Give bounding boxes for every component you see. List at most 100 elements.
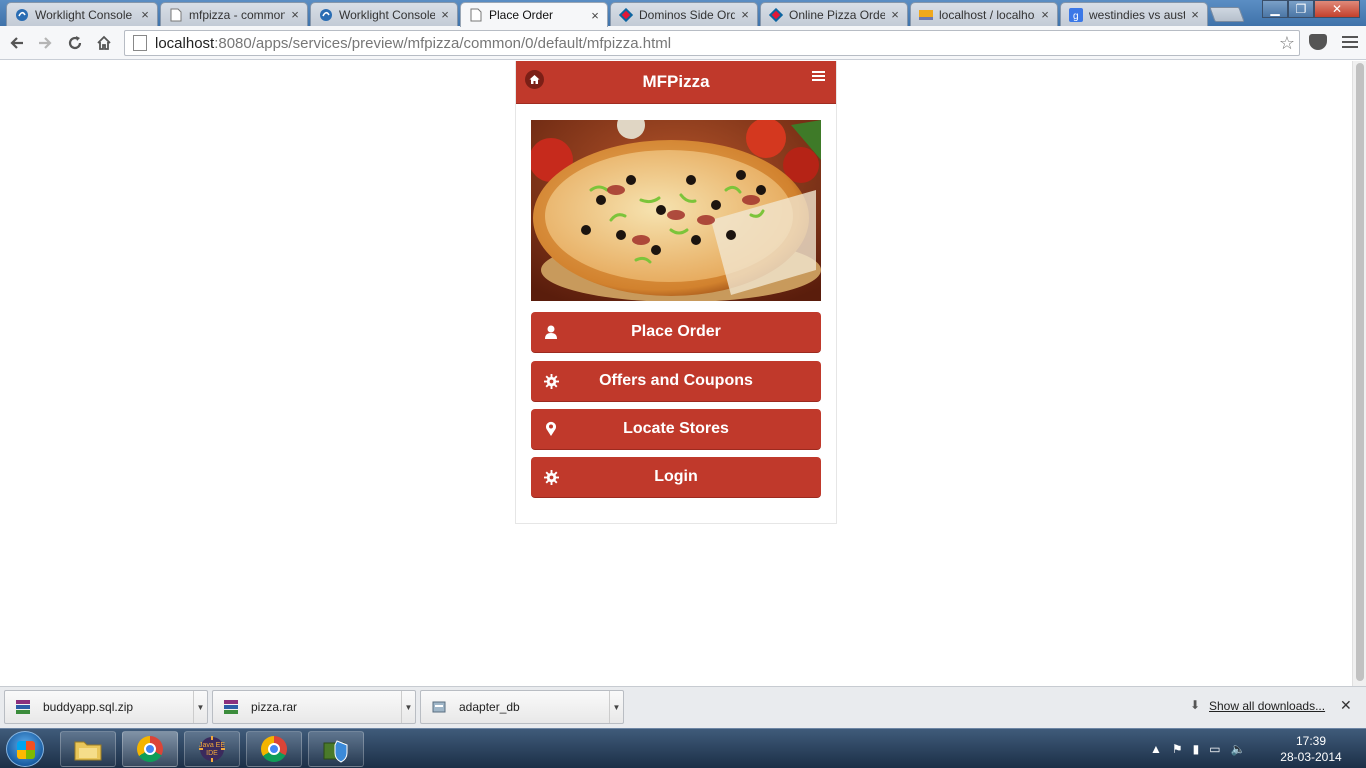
pocket-icon[interactable]: [1309, 34, 1327, 50]
login-button[interactable]: Login: [531, 457, 821, 498]
taskbar-app[interactable]: [308, 731, 364, 767]
bookmark-star-icon[interactable]: ☆: [1279, 33, 1295, 54]
user-icon: [543, 324, 559, 340]
minimize-button[interactable]: ▁: [1262, 0, 1288, 18]
show-all-downloads-link[interactable]: Show all downloads...: [1209, 699, 1325, 713]
taskbar-java-ee-ide[interactable]: Java EE IDE: [184, 731, 240, 767]
tab-close-icon[interactable]: ×: [1039, 7, 1051, 22]
close-shelf-icon[interactable]: ✕: [1340, 697, 1352, 714]
download-item[interactable]: adapter_db ▼: [420, 690, 624, 724]
locate-stores-button[interactable]: Locate Stores: [531, 409, 821, 450]
tab-label: Place Order: [489, 8, 554, 22]
taskbar-explorer[interactable]: [60, 731, 116, 767]
page-icon: [169, 8, 183, 22]
reload-button[interactable]: [64, 32, 86, 54]
tab-close-icon[interactable]: ×: [289, 7, 301, 22]
tab-mfpizza-common[interactable]: mfpizza - common ×: [160, 2, 308, 26]
tab-close-icon[interactable]: ×: [739, 7, 751, 22]
pizza-image: [531, 120, 821, 301]
tab-google-search[interactable]: g westindies vs australia ×: [1060, 2, 1208, 26]
tab-close-icon[interactable]: ×: [439, 7, 451, 22]
gear-icon: [543, 373, 559, 389]
start-button[interactable]: [6, 731, 44, 767]
tab-label: westindies vs australia: [1089, 7, 1185, 22]
svg-text:Java EE: Java EE: [199, 742, 225, 749]
download-options-chevron-icon[interactable]: ▼: [401, 691, 415, 723]
folder-icon: [74, 741, 102, 761]
chrome-icon: [261, 736, 287, 762]
home-button[interactable]: [93, 32, 115, 54]
clock[interactable]: 17:39 28-03-2014: [1276, 733, 1346, 765]
tab-close-icon[interactable]: ×: [589, 8, 601, 23]
back-arrow-icon: [10, 37, 23, 49]
tab-dominos-side-order[interactable]: Dominos Side Order ×: [610, 2, 758, 26]
chrome-icon: [137, 736, 163, 762]
page-viewport: MFPizza Place Order Offers and Coupons L…: [0, 61, 1352, 686]
eclipse-java-ee-icon: Java EEIDE: [199, 736, 225, 762]
action-center-flag-icon[interactable]: ⚑: [1172, 742, 1183, 756]
maximize-button[interactable]: ❐: [1288, 0, 1314, 18]
scrollbar-thumb[interactable]: [1356, 63, 1364, 681]
download-options-chevron-icon[interactable]: ▼: [609, 691, 623, 723]
forward-button[interactable]: [34, 32, 56, 54]
dominos-icon: [769, 7, 783, 22]
shield-app-icon: [323, 740, 348, 763]
login-label: Login: [654, 468, 698, 485]
tab-phpmyadmin[interactable]: localhost / localhost ×: [910, 2, 1058, 26]
pizza-hero-image: [531, 120, 821, 301]
power-icon[interactable]: ▮: [1193, 742, 1200, 756]
clock-date: 28-03-2014: [1280, 750, 1342, 764]
taskbar-chrome-2[interactable]: [246, 731, 302, 767]
show-hidden-icons-icon[interactable]: ▲: [1150, 742, 1162, 756]
tab-place-order[interactable]: Place Order ×: [460, 2, 608, 27]
back-button[interactable]: [6, 32, 28, 54]
google-icon: g: [1069, 7, 1083, 22]
address-bar[interactable]: localhost:8080/apps/services/preview/mfp…: [124, 30, 1300, 56]
download-shelf: buddyapp.sql.zip ▼ pizza.rar ▼ adapter_d…: [0, 686, 1366, 728]
system-tray: ▲ ⚑ ▮ ▭ 🔈: [1150, 729, 1256, 768]
new-tab-button[interactable]: [1209, 7, 1245, 22]
tab-worklight-console-1[interactable]: Worklight Console ×: [6, 2, 158, 26]
tab-close-icon[interactable]: ×: [1189, 7, 1201, 22]
tab-worklight-console-2[interactable]: Worklight Console ×: [310, 2, 458, 26]
tab-label: Online Pizza Order: [789, 7, 885, 22]
offers-and-coupons-button[interactable]: Offers and Coupons: [531, 361, 821, 402]
gear-icon: [543, 469, 559, 485]
tab-close-icon[interactable]: ×: [139, 7, 151, 22]
place-order-button[interactable]: Place Order: [531, 312, 821, 353]
winrar-icon: [15, 699, 31, 715]
app-title: MFPizza: [642, 72, 710, 91]
network-icon[interactable]: ▭: [1209, 742, 1220, 756]
home-icon: [529, 75, 540, 84]
download-item[interactable]: pizza.rar ▼: [212, 690, 416, 724]
page-icon: [469, 8, 483, 22]
locate-stores-label: Locate Stores: [623, 420, 729, 437]
tab-label: mfpizza - common: [189, 7, 285, 22]
download-filename: pizza.rar: [251, 700, 298, 714]
map-pin-icon: [543, 421, 559, 437]
download-filename: buddyapp.sql.zip: [43, 700, 134, 714]
windows-taskbar: Java EE IDE ▲ ⚑ ▮ ▭ 🔈 17:39 28-03-2014: [0, 728, 1366, 768]
close-window-button[interactable]: ✕: [1314, 0, 1360, 18]
volume-icon[interactable]: 🔈: [1231, 742, 1246, 756]
app-home-button[interactable]: [525, 70, 544, 89]
forward-arrow-icon: [39, 37, 52, 49]
browser-menu-button[interactable]: [1342, 36, 1358, 51]
download-arrow-icon: ⬇: [1190, 698, 1201, 712]
page-info-icon[interactable]: [133, 35, 147, 51]
browser-tab-strip: Worklight Console × mfpizza - common × W…: [0, 0, 1366, 27]
tab-close-icon[interactable]: ×: [889, 7, 901, 22]
worklight-icon: [319, 8, 333, 22]
vertical-scrollbar[interactable]: [1352, 61, 1366, 686]
tab-label: Worklight Console: [35, 7, 133, 22]
url-host: localhost: [155, 34, 215, 52]
dominos-icon: [619, 7, 633, 22]
app-header: MFPizza: [516, 61, 836, 104]
file-icon: [431, 699, 447, 715]
app-menu-button[interactable]: [812, 71, 825, 83]
tab-online-pizza-order[interactable]: Online Pizza Order ×: [760, 2, 908, 26]
download-item[interactable]: buddyapp.sql.zip ▼: [4, 690, 208, 724]
taskbar-chrome-1[interactable]: [122, 731, 178, 767]
download-options-chevron-icon[interactable]: ▼: [193, 691, 207, 723]
reload-icon: [68, 36, 82, 50]
